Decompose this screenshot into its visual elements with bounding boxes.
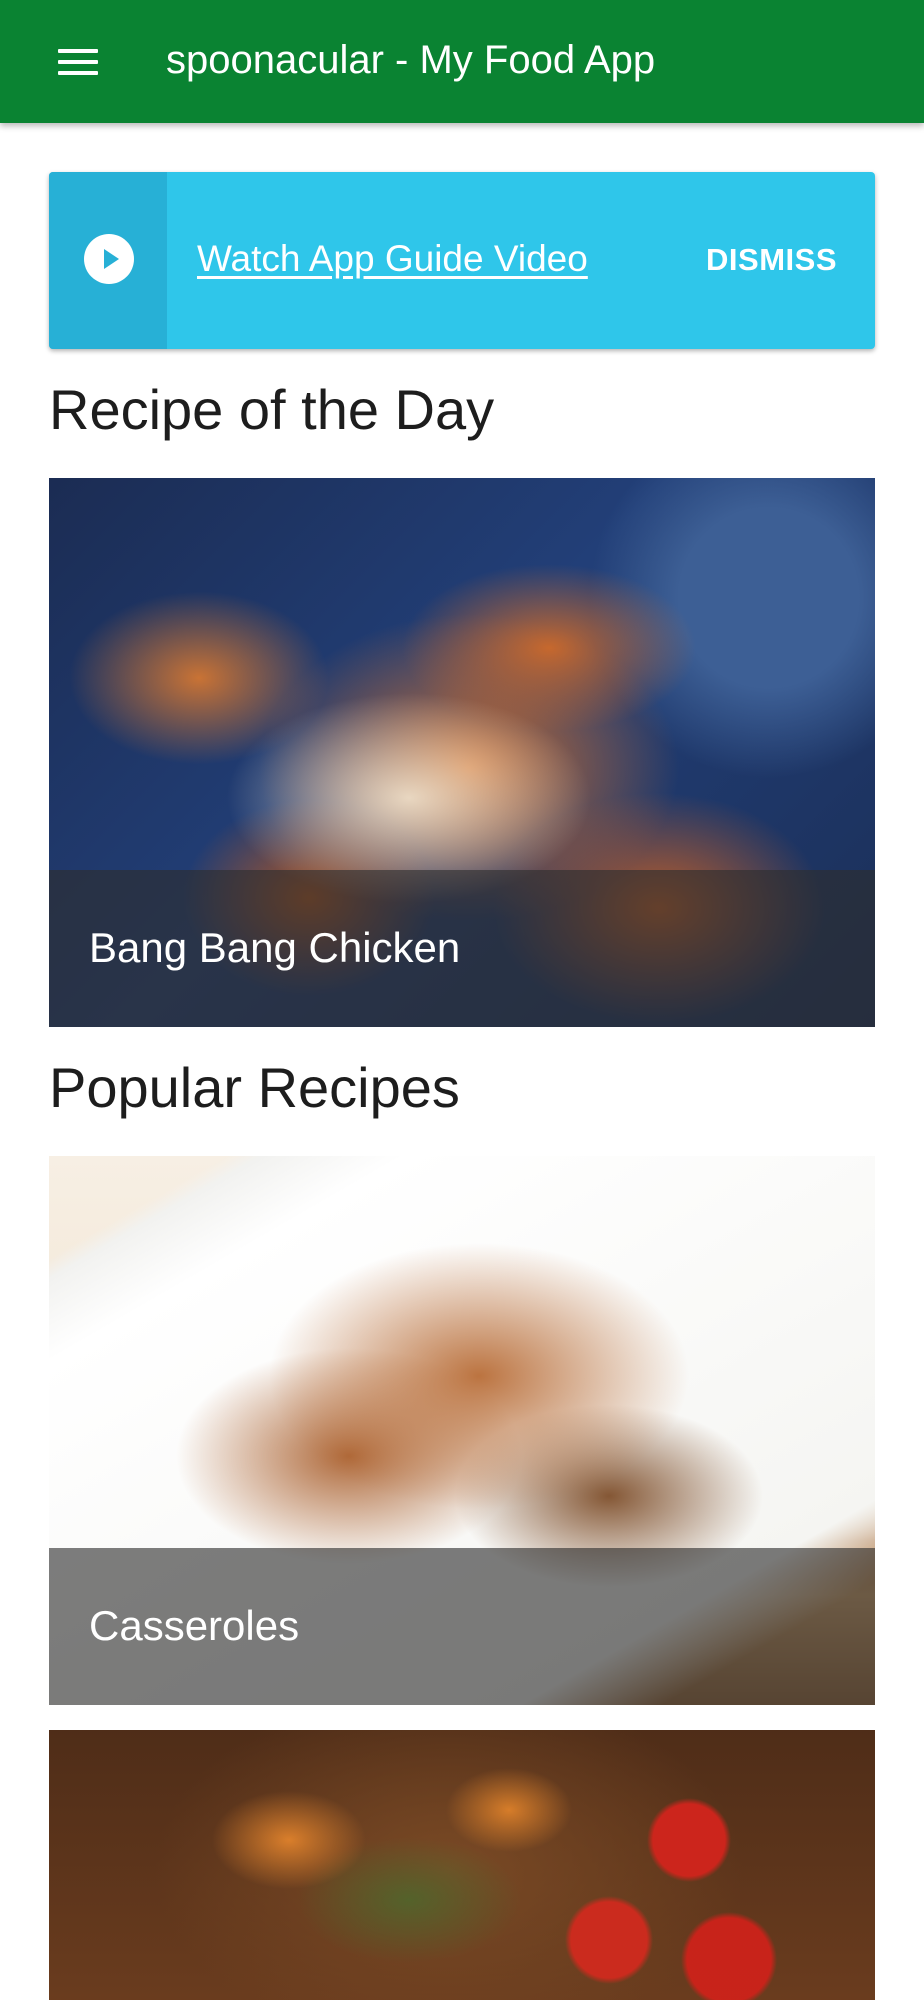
recipe-of-the-day-heading: Recipe of the Day: [49, 378, 495, 441]
recipe-image: [49, 1730, 875, 2000]
app-guide-banner: Watch App Guide Video DISMISS: [49, 172, 875, 349]
menu-icon[interactable]: [58, 49, 98, 77]
dismiss-button[interactable]: DISMISS: [706, 242, 837, 278]
watch-app-guide-video-link[interactable]: Watch App Guide Video: [197, 238, 588, 280]
popular-recipe-card[interactable]: [49, 1730, 875, 2000]
recipe-name: Casseroles: [89, 1602, 300, 1649]
app-title: spoonacular - My Food App: [166, 38, 656, 82]
guide-icon-container: [49, 172, 167, 349]
recipe-of-the-day-card[interactable]: Bang Bang Chicken: [49, 478, 875, 1027]
popular-recipes-heading: Popular Recipes: [49, 1056, 460, 1119]
recipe-name: Bang Bang Chicken: [89, 924, 461, 971]
app-bar: spoonacular - My Food App: [0, 0, 924, 123]
play-circle-icon[interactable]: [84, 234, 134, 284]
popular-recipe-card[interactable]: Casseroles: [49, 1156, 875, 1705]
